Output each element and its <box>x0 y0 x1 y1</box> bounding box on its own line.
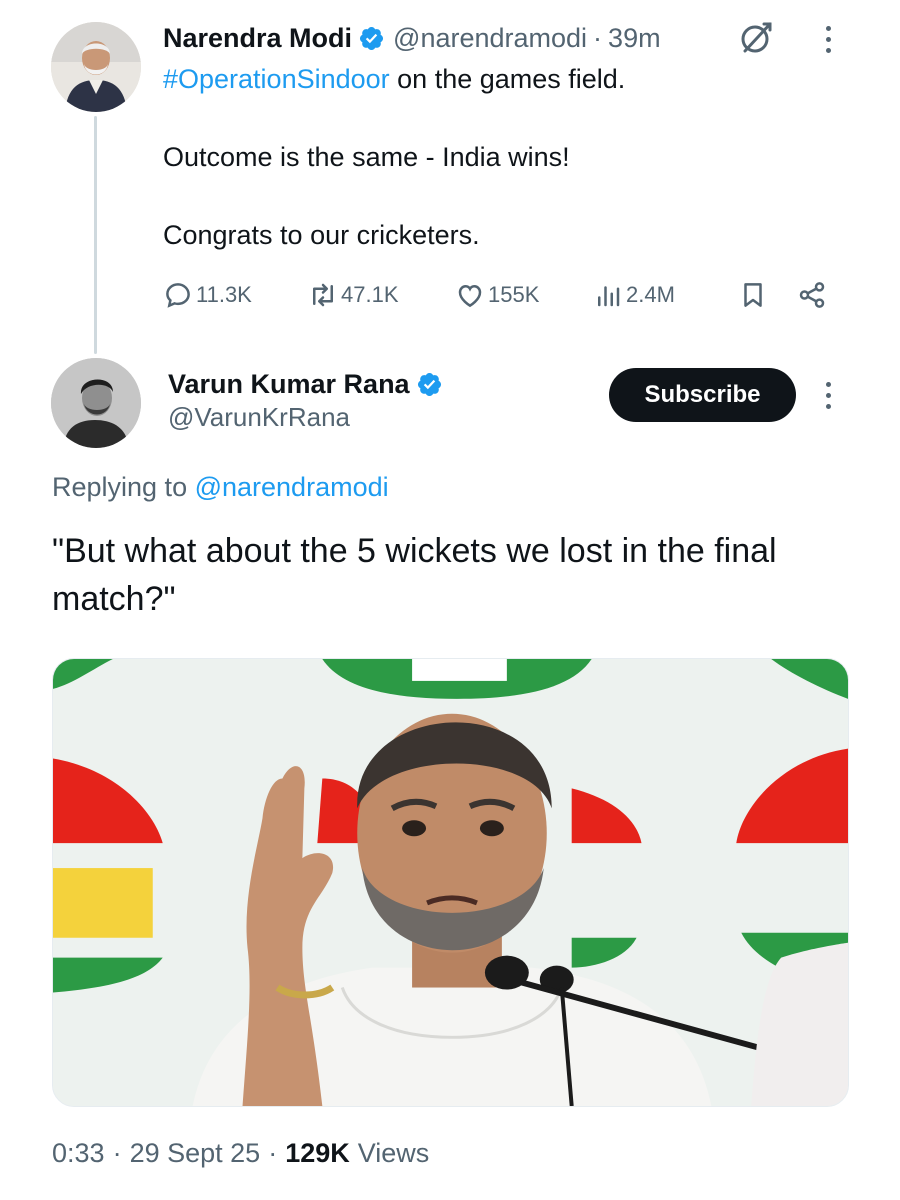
heart-icon <box>458 284 482 308</box>
separator-dot: · <box>268 1138 278 1168</box>
bookmark-button[interactable] <box>738 275 771 315</box>
avatar-image <box>51 22 141 112</box>
bookmark-icon <box>744 283 762 307</box>
tweet-text-line: Outcome is the same - India wins! <box>163 142 570 172</box>
tweet-action-bar: 11.3K 47.1K 155K 2.4M <box>163 275 833 315</box>
verified-badge-icon <box>358 25 385 52</box>
parent-tweet-header: Narendra Modi @narendramodi · 39m <box>163 18 661 58</box>
parent-tweet[interactable]: Narendra Modi @narendramodi · 39m #Opera… <box>0 0 900 354</box>
verified-badge-icon <box>416 371 443 398</box>
more-vertical-icon[interactable] <box>818 376 838 416</box>
subscribe-button[interactable]: Subscribe <box>609 368 796 422</box>
reply-icon <box>166 283 190 308</box>
hashtag-link[interactable]: #OperationSindoor <box>163 64 390 94</box>
separator-dot: · <box>593 22 603 53</box>
tweet-text-line: Congrats to our cricketers. <box>163 220 480 250</box>
author-handle[interactable]: @narendramodi <box>393 23 587 54</box>
video-media[interactable] <box>52 658 849 1107</box>
author-handle[interactable]: @VarunKrRana <box>168 402 350 433</box>
reply-tweet-text: "But what about the 5 wickets we lost in… <box>52 532 777 618</box>
replying-prefix: Replying to <box>52 472 195 502</box>
share-button[interactable] <box>797 275 830 315</box>
tweet-text-line: on the games field. <box>389 64 626 94</box>
reply-button[interactable]: 11.3K <box>163 275 252 315</box>
thread-connector-line <box>94 116 97 354</box>
repost-icon <box>313 283 333 307</box>
tweet-page: Narendra Modi @narendramodi · 39m #Opera… <box>0 0 900 1200</box>
views-label: Views <box>357 1138 430 1168</box>
reply-author-row: Varun Kumar Rana <box>168 364 451 404</box>
avatar[interactable] <box>51 358 141 448</box>
analytics-icon <box>598 286 620 307</box>
replying-to-line: Replying to @narendramodi <box>52 472 389 503</box>
views-count[interactable]: 129K <box>285 1138 350 1169</box>
avatar[interactable] <box>51 22 141 112</box>
reply-count: 11.3K <box>196 282 252 307</box>
tweet-time[interactable]: 39m <box>608 23 661 54</box>
like-button[interactable]: 155K <box>455 275 539 315</box>
mention-link[interactable]: @narendramodi <box>195 472 389 502</box>
tweet-meta: 0:33 · 29 Sept 25 · 129K Views <box>52 1138 429 1169</box>
parent-tweet-text: #OperationSindoor on the games field. Ou… <box>163 60 863 254</box>
grok-icon[interactable] <box>738 20 774 56</box>
avatar-image <box>51 358 141 448</box>
video-timestamp: 0:33 <box>52 1138 105 1168</box>
repost-button[interactable]: 47.1K <box>308 275 399 315</box>
repost-count: 47.1K <box>341 282 399 307</box>
video-thumbnail-image <box>53 659 848 1106</box>
share-icon <box>799 282 825 308</box>
author-name[interactable]: Narendra Modi <box>163 23 352 54</box>
author-name[interactable]: Varun Kumar Rana <box>168 369 410 400</box>
like-count: 155K <box>488 282 540 307</box>
post-date[interactable]: 29 Sept 25 <box>130 1138 261 1169</box>
more-vertical-icon[interactable] <box>818 20 838 60</box>
views-button[interactable]: 2.4M <box>593 275 675 315</box>
views-count: 2.4M <box>626 282 675 307</box>
separator-dot: · <box>112 1138 122 1168</box>
